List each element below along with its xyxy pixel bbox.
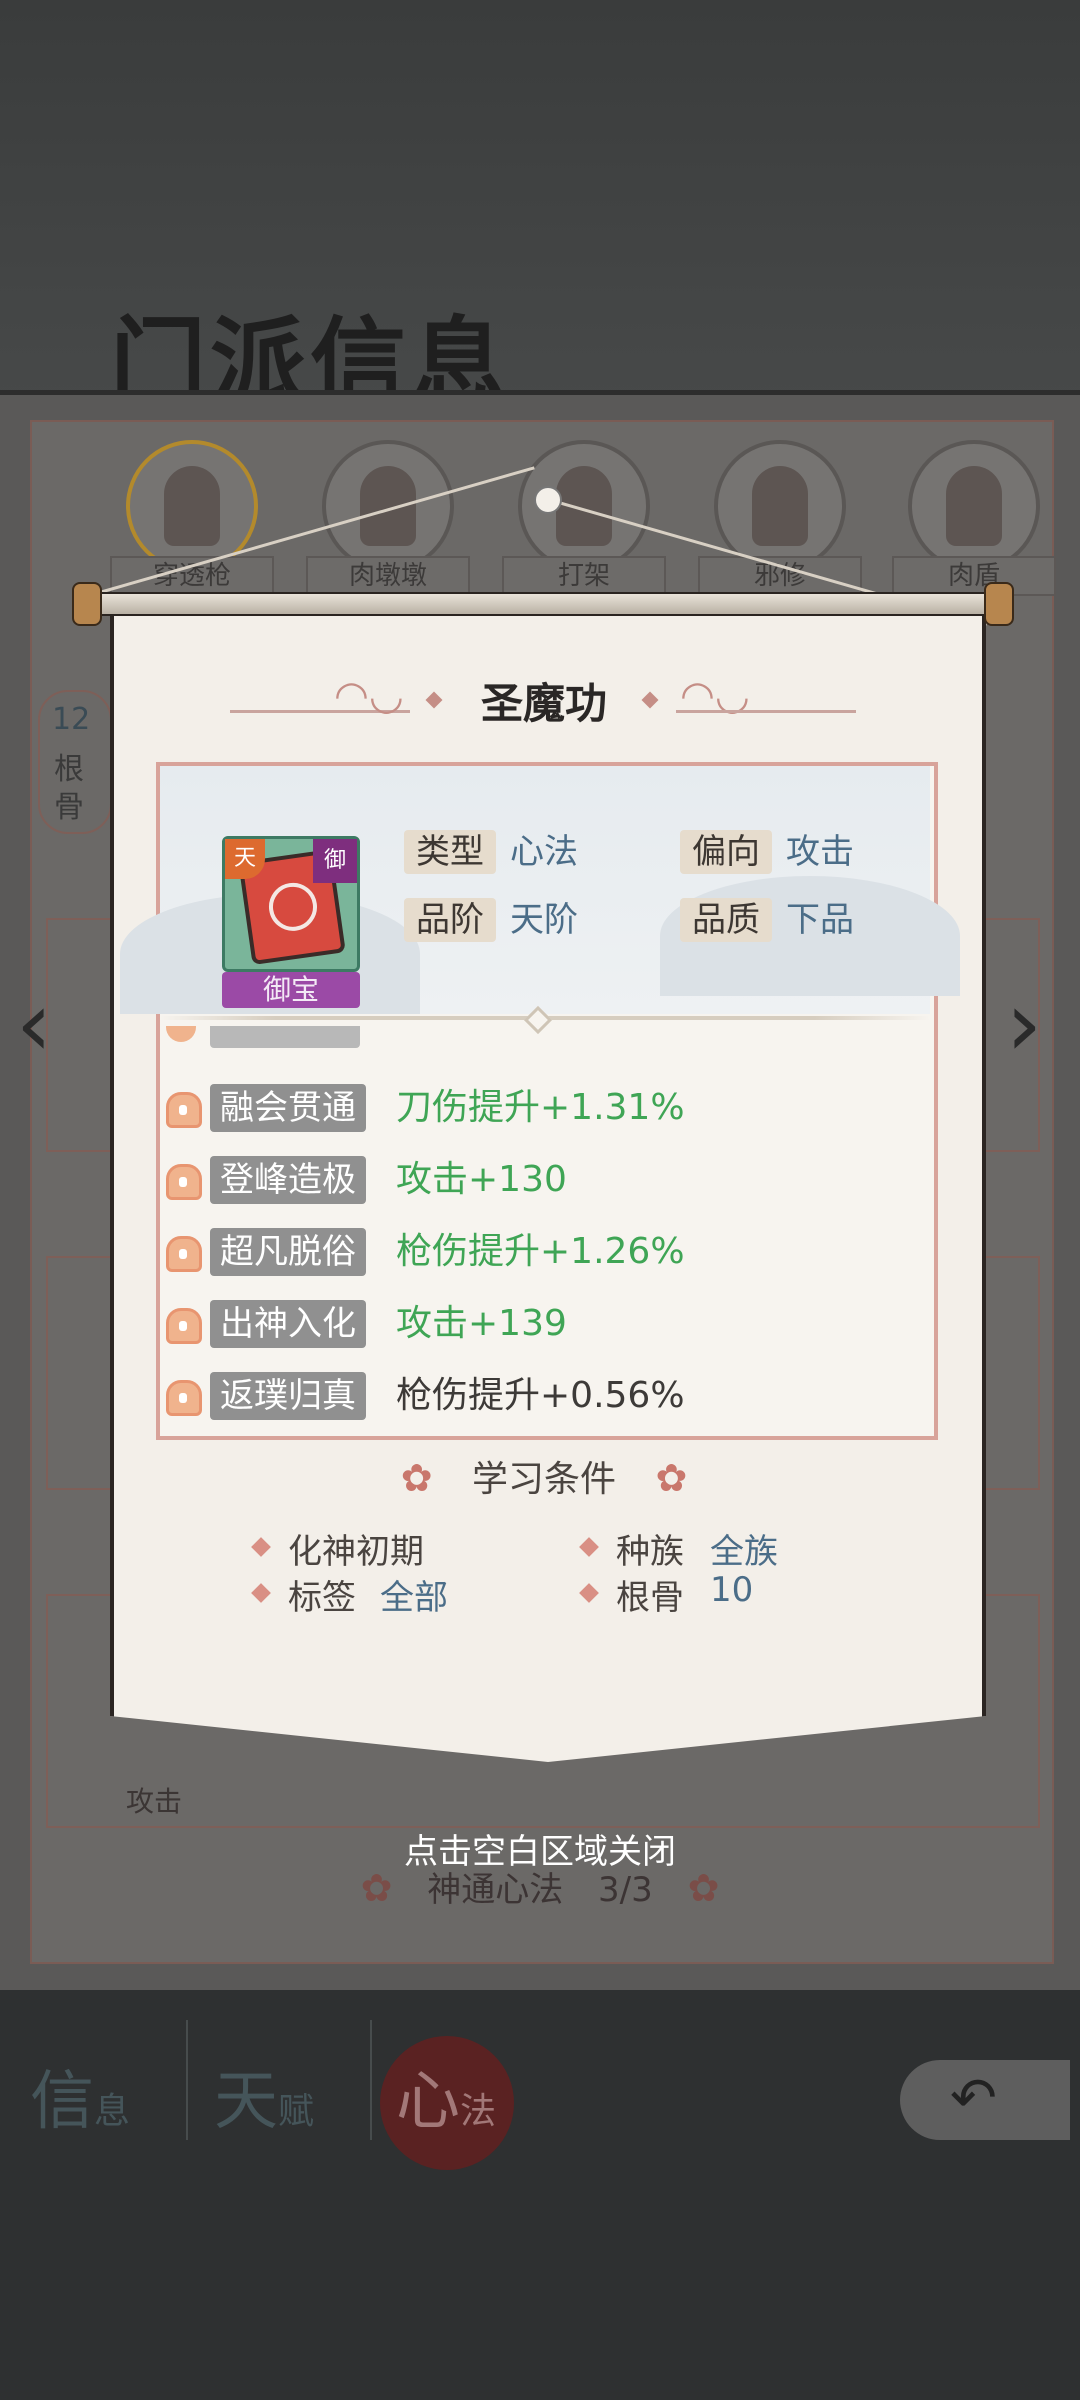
level-effect: 攻击+139 bbox=[396, 1303, 567, 1344]
tab-method[interactable]: 心法 bbox=[396, 2050, 496, 2142]
level-name: 融会贯通 bbox=[210, 1084, 366, 1132]
attr-bias-key: 偏向 bbox=[680, 830, 772, 874]
hanging-nail bbox=[534, 486, 562, 514]
tab-method-big: 心 bbox=[396, 2065, 460, 2139]
scroll-rod bbox=[76, 592, 1008, 616]
tab-divider bbox=[370, 2020, 372, 2140]
lock-icon bbox=[166, 1092, 202, 1128]
bottom-card-label: 攻击 bbox=[126, 1785, 183, 1818]
scrolled-off-row bbox=[166, 1026, 926, 1052]
condition-race-value: 全族 bbox=[710, 1532, 778, 1572]
character-avatar[interactable] bbox=[322, 440, 454, 572]
condition-tag-key: 标签 bbox=[288, 1578, 356, 1618]
lock-icon bbox=[166, 1236, 202, 1272]
character-portrait bbox=[360, 466, 416, 546]
level-row: 返璞归真 枪伤提升+0.56% bbox=[166, 1368, 926, 1424]
attr-quality-value: 下品 bbox=[786, 900, 854, 940]
flower-icon: ✿ bbox=[655, 1456, 688, 1500]
type-badge: 御 bbox=[313, 839, 357, 883]
prev-arrow-icon[interactable]: ‹ bbox=[16, 980, 68, 1070]
conditions-title-row: ✿ 学习条件 ✿ bbox=[110, 1450, 978, 1502]
character-name: 肉盾 bbox=[892, 556, 1056, 596]
level-effect: 刀伤提升+1.31% bbox=[396, 1087, 685, 1128]
lock-icon bbox=[166, 1026, 196, 1042]
attr-rank-key: 品阶 bbox=[404, 898, 496, 942]
item-icon[interactable]: 天 御 bbox=[222, 836, 360, 972]
attr-bias-value: 攻击 bbox=[786, 832, 854, 872]
popup-title-row: 圣魔功 bbox=[110, 670, 978, 730]
character-name: 打架 bbox=[502, 556, 666, 596]
footer-count: 3/3 bbox=[598, 1870, 653, 1910]
attr-quality-key: 品质 bbox=[680, 898, 772, 942]
level-row: 登峰造极 攻击+130 bbox=[166, 1152, 926, 1208]
condition-bone-value: 10 bbox=[710, 1570, 754, 1610]
character-portrait bbox=[752, 466, 808, 546]
level-name: 超凡脱俗 bbox=[210, 1228, 366, 1276]
level-row: 超凡脱俗 枪伤提升+1.26% bbox=[166, 1224, 926, 1280]
title-decor-line bbox=[676, 710, 856, 713]
tab-info-small: 息 bbox=[94, 2091, 131, 2132]
rod-cap-right bbox=[984, 582, 1014, 626]
lock-icon bbox=[166, 1164, 202, 1200]
grade-badge: 天 bbox=[225, 839, 265, 879]
back-button[interactable]: ↶ bbox=[900, 2060, 1070, 2140]
lock-icon bbox=[166, 1308, 202, 1344]
character-portrait bbox=[164, 466, 220, 546]
level-name: 出神入化 bbox=[210, 1300, 366, 1348]
tab-talent-big: 天 bbox=[214, 2065, 278, 2139]
level-name: 返璞归真 bbox=[210, 1372, 366, 1420]
flower-icon: ✿ bbox=[400, 1456, 433, 1500]
condition-bone-key: 根骨 bbox=[616, 1578, 684, 1618]
stat-card: 12 根 骨 bbox=[38, 690, 112, 834]
level-effect: 攻击+130 bbox=[396, 1159, 567, 1200]
lock-icon bbox=[166, 1380, 202, 1416]
attr-type-value: 心法 bbox=[510, 832, 578, 872]
character-portrait bbox=[946, 466, 1002, 546]
level-row: 出神入化 攻击+139 bbox=[166, 1296, 926, 1352]
next-arrow-icon[interactable]: › bbox=[1006, 980, 1058, 1070]
tab-info[interactable]: 信息 bbox=[30, 2050, 130, 2142]
skill-title: 圣魔功 bbox=[480, 679, 607, 728]
row-tag-faded bbox=[210, 1026, 360, 1048]
conditions-title: 学习条件 bbox=[471, 1459, 616, 1500]
level-name: 登峰造极 bbox=[210, 1156, 366, 1204]
tab-divider bbox=[186, 2020, 188, 2140]
back-arrow-icon: ↶ bbox=[950, 2066, 997, 2131]
level-row: 融会贯通 刀伤提升+1.31% bbox=[166, 1080, 926, 1136]
tab-talent-small: 赋 bbox=[278, 2091, 315, 2132]
character-name: 邪修 bbox=[698, 556, 862, 596]
level-effect: 枪伤提升+1.26% bbox=[396, 1231, 685, 1272]
close-hint[interactable]: 点击空白区域关闭 bbox=[0, 1824, 1080, 1873]
character-avatar[interactable] bbox=[908, 440, 1040, 572]
bottom-nav bbox=[0, 1990, 1080, 2400]
character-name: 穿透枪 bbox=[110, 556, 274, 596]
level-effect: 枪伤提升+0.56% bbox=[396, 1375, 685, 1416]
attr-type-key: 类型 bbox=[404, 830, 496, 874]
stat-value: 12 bbox=[52, 702, 91, 737]
tab-method-small: 法 bbox=[460, 2091, 497, 2132]
item-label: 御宝 bbox=[222, 972, 360, 1008]
tab-info-big: 信 bbox=[30, 2065, 94, 2139]
condition-tag-value: 全部 bbox=[380, 1578, 448, 1618]
stat-label: 骨 bbox=[54, 790, 84, 825]
tab-talent[interactable]: 天赋 bbox=[214, 2050, 314, 2142]
footer-text: 神通心法 bbox=[427, 1870, 564, 1910]
attr-rank-value: 天阶 bbox=[510, 900, 578, 940]
rod-cap-left bbox=[72, 582, 102, 626]
swirl-emblem-icon bbox=[265, 879, 321, 934]
condition-realm: 化神初期 bbox=[288, 1532, 424, 1572]
condition-race-key: 种族 bbox=[616, 1532, 684, 1572]
character-name: 肉墩墩 bbox=[306, 556, 470, 596]
